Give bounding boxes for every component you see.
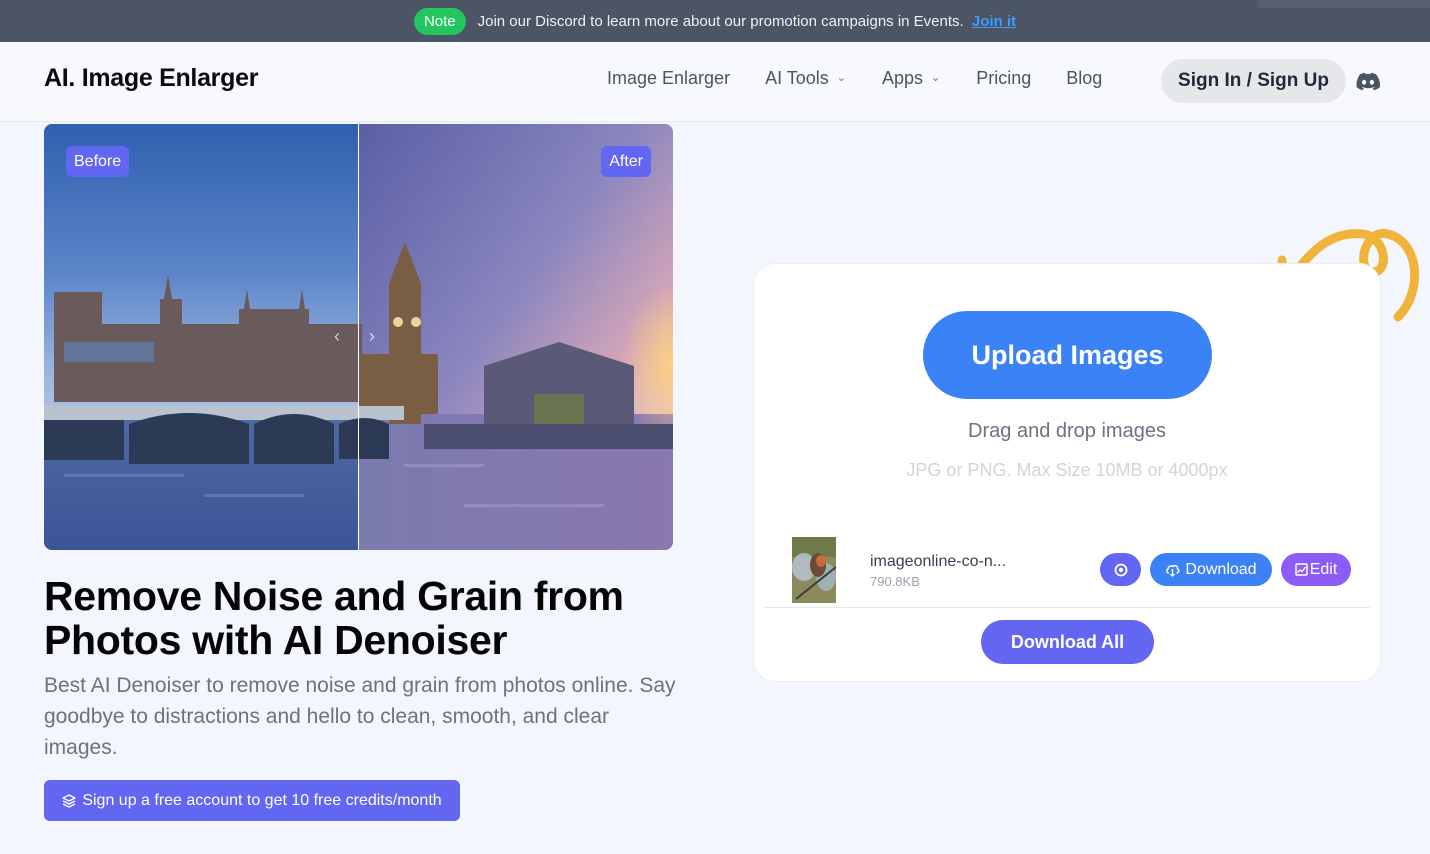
uploaded-file-row: imageonline-co-n... 790.8KB Download Edi… bbox=[764, 529, 1370, 608]
drag-drop-text: Drag and drop images bbox=[968, 420, 1166, 442]
before-after-comparison[interactable]: ‹ › Before After bbox=[44, 124, 673, 550]
download-button[interactable]: Download bbox=[1150, 553, 1272, 586]
nav-pricing[interactable]: Pricing bbox=[976, 68, 1031, 89]
download-all-button[interactable]: Download All bbox=[981, 620, 1154, 664]
signup-free-credits-button[interactable]: Sign up a free account to get 10 free cr… bbox=[44, 780, 460, 821]
edit-image-icon bbox=[1294, 563, 1308, 576]
note-badge: Note bbox=[413, 7, 466, 35]
main-nav: Image Enlarger AI Tools ⌄ Apps ⌄ Pricing B… bbox=[607, 68, 1102, 89]
chevron-right-icon[interactable]: › bbox=[369, 326, 375, 347]
announcement-bar: Note Join our Discord to learn more abou… bbox=[0, 0, 1430, 42]
chevron-left-icon[interactable]: ‹ bbox=[334, 326, 340, 347]
join-discord-link[interactable]: Join it bbox=[972, 13, 1016, 30]
cta-label: Sign up a free account to get 10 free cr… bbox=[82, 791, 442, 809]
nav-label: Apps bbox=[882, 68, 924, 88]
nav-ai-tools[interactable]: AI Tools ⌄ bbox=[765, 68, 846, 89]
nav-image-enlarger[interactable]: Image Enlarger bbox=[607, 68, 730, 89]
eye-icon bbox=[1114, 563, 1127, 576]
file-requirements-hint: JPG or PNG. Max Size 10MB or 4000px bbox=[906, 460, 1228, 480]
page-title: Remove Noise and Grain from Photos with … bbox=[44, 573, 624, 663]
nav-apps[interactable]: Apps ⌄ bbox=[882, 68, 940, 89]
nav-blog[interactable]: Blog bbox=[1066, 68, 1102, 89]
edit-button[interactable]: Edit bbox=[1281, 553, 1351, 586]
announcement-message: Join our Discord to learn more about our… bbox=[477, 12, 964, 30]
upload-panel[interactable]: Upload Images Drag and drop images JPG o… bbox=[753, 263, 1381, 682]
layers-icon bbox=[62, 793, 77, 808]
nav-label: Pricing bbox=[976, 68, 1032, 88]
before-label: Before bbox=[66, 146, 130, 177]
nav-label: Blog bbox=[1066, 68, 1103, 88]
site-header: AI. Image Enlarger Image Enlarger AI Too… bbox=[0, 42, 1430, 122]
after-label: After bbox=[601, 146, 651, 177]
cloud-download-icon bbox=[1166, 564, 1180, 577]
scrollbar-remnant bbox=[1258, 0, 1430, 8]
announcement-text: Join our Discord to learn more about our… bbox=[478, 13, 1016, 30]
download-label: Download bbox=[1185, 560, 1257, 578]
upload-images-button[interactable]: Upload Images bbox=[923, 311, 1212, 399]
chevron-down-icon: ⌄ bbox=[836, 72, 846, 84]
preview-button[interactable] bbox=[1100, 553, 1141, 586]
sign-in-button[interactable]: Sign In / Sign Up bbox=[1161, 59, 1346, 103]
comparison-divider[interactable] bbox=[358, 124, 359, 550]
file-thumbnail[interactable] bbox=[792, 537, 836, 603]
file-size: 790.8KB bbox=[870, 574, 920, 589]
page-description: Best AI Denoiser to remove noise and gra… bbox=[44, 674, 676, 759]
edit-label: Edit bbox=[1309, 560, 1338, 578]
chevron-down-icon: ⌄ bbox=[931, 72, 941, 84]
discord-icon[interactable] bbox=[1356, 72, 1380, 92]
nav-label: AI Tools bbox=[765, 68, 829, 88]
file-name: imageonline-co-n... bbox=[870, 553, 1007, 570]
nav-label: Image Enlarger bbox=[607, 68, 731, 88]
site-logo[interactable]: AI. Image Enlarger bbox=[44, 64, 258, 93]
